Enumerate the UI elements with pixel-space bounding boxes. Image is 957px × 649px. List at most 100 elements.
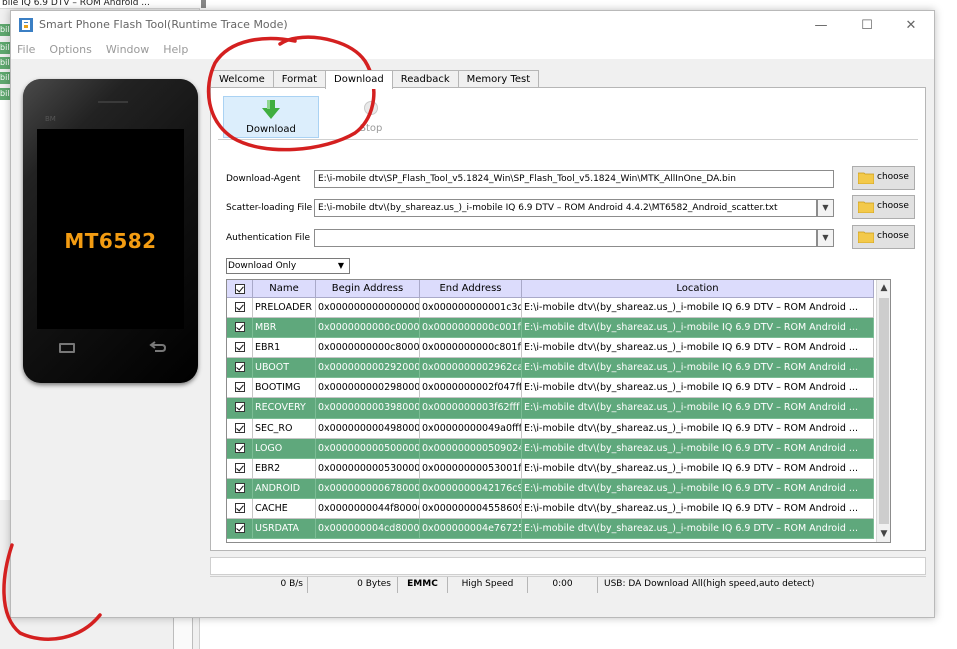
row-checkbox[interactable] [227, 358, 253, 379]
scatter-file-row: Scatter-loading File E:\i-mobile dtv\(by… [226, 195, 916, 221]
folder-icon [858, 172, 874, 184]
cell-begin-address: 0x0000000002980000 [316, 378, 420, 399]
partition-table: Name Begin Address End Address Location … [226, 279, 891, 543]
folder-icon [858, 201, 874, 213]
cell-name: PRELOADER [253, 298, 316, 319]
status-storage: EMMC [398, 577, 448, 593]
checkbox-icon [234, 442, 245, 453]
auth-dropdown-icon[interactable]: ▼ [817, 229, 834, 247]
cell-begin-address: 0x0000000005300000 [316, 458, 420, 479]
cell-name: BOOTIMG [253, 378, 316, 399]
scroll-thumb[interactable] [879, 298, 889, 524]
row-checkbox[interactable] [227, 298, 253, 319]
checkbox-icon [234, 382, 245, 393]
download-mode-value: Download Only [228, 261, 297, 271]
table-row[interactable]: SEC_RO 0x0000000004980000 0x00000000049a0f… [227, 418, 874, 439]
download-agent-field[interactable]: E:\i-mobile dtv\SP_Flash_Tool_v5.1824_Wi… [314, 170, 834, 188]
minimize-button[interactable]: — [798, 11, 844, 39]
menu-window[interactable]: Window [106, 43, 149, 56]
choose-download-agent-button[interactable]: choose [852, 166, 915, 190]
cell-name: EBR1 [253, 338, 316, 359]
table-row[interactable]: UBOOT 0x0000000002920000 0x0000000002962ca… [227, 358, 874, 379]
cell-name: EBR2 [253, 458, 316, 479]
cell-begin-address: 0x0000000003980000 [316, 398, 420, 419]
cell-name: USRDATA [253, 519, 316, 540]
table-row[interactable]: USRDATA 0x000000004cd80000 0x000000004e767… [227, 519, 874, 540]
header-end-address[interactable]: End Address [420, 280, 522, 298]
scatter-file-field[interactable]: E:\i-mobile dtv\(by_shareaz.us_)_i-mobil… [314, 199, 817, 217]
cell-name: ANDROID [253, 478, 316, 499]
title-bar[interactable]: Smart Phone Flash Tool(Runtime Trace Mod… [11, 11, 934, 39]
cell-end-address: 0x0000000045586093 [420, 498, 522, 520]
cell-location: E:\i-mobile dtv\(by_shareaz.us_)_i-mobil… [522, 338, 874, 359]
cell-name: UBOOT [253, 358, 316, 379]
row-checkbox[interactable] [227, 318, 253, 339]
table-header: Name Begin Address End Address Location [227, 280, 874, 298]
tab-download[interactable]: Download [325, 70, 393, 89]
table-scrollbar[interactable]: ▲ ▼ [876, 280, 890, 542]
choose-label: choose [877, 201, 909, 211]
checkbox-icon [234, 502, 245, 513]
cell-name: MBR [253, 318, 316, 339]
table-row[interactable]: LOGO 0x0000000005000000 0x0000000005090241… [227, 438, 874, 459]
checkbox-icon [234, 362, 245, 373]
row-checkbox[interactable] [227, 418, 253, 439]
auth-file-field[interactable] [314, 229, 817, 247]
scroll-down-icon[interactable]: ▼ [877, 526, 890, 542]
header-begin-address[interactable]: Begin Address [316, 280, 420, 298]
row-checkbox[interactable] [227, 458, 253, 479]
close-button[interactable]: ✕ [888, 11, 934, 39]
row-checkbox[interactable] [227, 498, 253, 520]
phone-chip-label: MT6582 [64, 229, 157, 253]
table-row[interactable]: ANDROID 0x0000000006780000 0x0000000042176… [227, 478, 874, 499]
scroll-up-icon[interactable]: ▲ [877, 280, 890, 296]
cell-name: LOGO [253, 438, 316, 459]
table-row[interactable]: BOOTIMG 0x0000000002980000 0x0000000002f04… [227, 378, 874, 399]
table-row[interactable]: CACHE 0x0000000044f80000 0x000000004558609… [227, 498, 874, 520]
background-window-title-strip: bile IQ 6.9 DTV – ROM Android ... [0, 0, 200, 9]
flash-tool-window: Smart Phone Flash Tool(Runtime Trace Mod… [10, 10, 935, 618]
checkbox-icon [234, 482, 245, 493]
header-select-all[interactable] [227, 280, 253, 298]
row-checkbox[interactable] [227, 398, 253, 419]
table-row[interactable]: RECOVERY 0x0000000003980000 0x0000000003f6… [227, 398, 874, 419]
choose-scatter-button[interactable]: choose [852, 195, 915, 219]
table-row[interactable]: PRELOADER 0x0000000000000000 0x00000000000… [227, 298, 874, 319]
cell-begin-address: 0x0000000005000000 [316, 438, 420, 459]
download-mode-select[interactable]: Download Only ▼ [226, 258, 350, 274]
table-row[interactable]: EBR2 0x0000000005300000 0x00000000053001ff… [227, 458, 874, 479]
folder-icon [858, 231, 874, 243]
cell-begin-address: 0x0000000000c80000 [316, 338, 420, 359]
maximize-button[interactable]: ☐ [844, 11, 890, 39]
checkbox-icon [234, 342, 245, 353]
row-checkbox[interactable] [227, 338, 253, 359]
scatter-dropdown-icon[interactable]: ▼ [817, 199, 834, 217]
table-row[interactable]: EBR1 0x0000000000c80000 0x0000000000c801ff… [227, 338, 874, 359]
cell-name: RECOVERY [253, 398, 316, 419]
choose-auth-button[interactable]: choose [852, 225, 915, 249]
menu-file[interactable]: File [17, 43, 35, 56]
download-agent-row: Download-Agent E:\i-mobile dtv\SP_Flash_… [226, 166, 916, 192]
background-window-title: bile IQ 6.9 DTV – ROM Android ... [2, 0, 150, 8]
cell-end-address: 0x000000004e76725b [420, 519, 522, 540]
table-row[interactable]: MBR 0x0000000000c00000 0x0000000000c001ff E… [227, 318, 874, 339]
row-checkbox[interactable] [227, 519, 253, 540]
cell-end-address: 0x000000000001c3d3 [420, 298, 522, 319]
cell-location: E:\i-mobile dtv\(by_shareaz.us_)_i-mobil… [522, 458, 874, 479]
header-location[interactable]: Location [522, 280, 874, 298]
cell-location: E:\i-mobile dtv\(by_shareaz.us_)_i-mobil… [522, 498, 874, 520]
cell-location: E:\i-mobile dtv\(by_shareaz.us_)_i-mobil… [522, 318, 874, 339]
status-bytes: 0 Bytes [308, 577, 398, 593]
header-name[interactable]: Name [253, 280, 316, 298]
row-checkbox[interactable] [227, 478, 253, 499]
row-checkbox[interactable] [227, 378, 253, 399]
status-time: 0:00 [528, 577, 598, 593]
cell-name: CACHE [253, 498, 316, 520]
tab-readback[interactable]: Readback [391, 70, 459, 88]
menu-options[interactable]: Options [49, 43, 91, 56]
cell-location: E:\i-mobile dtv\(by_shareaz.us_)_i-mobil… [522, 478, 874, 499]
tab-memory-test[interactable]: Memory Test [457, 70, 540, 88]
row-checkbox[interactable] [227, 438, 253, 459]
menu-help[interactable]: Help [163, 43, 188, 56]
cell-end-address: 0x0000000000c801ff [420, 338, 522, 359]
